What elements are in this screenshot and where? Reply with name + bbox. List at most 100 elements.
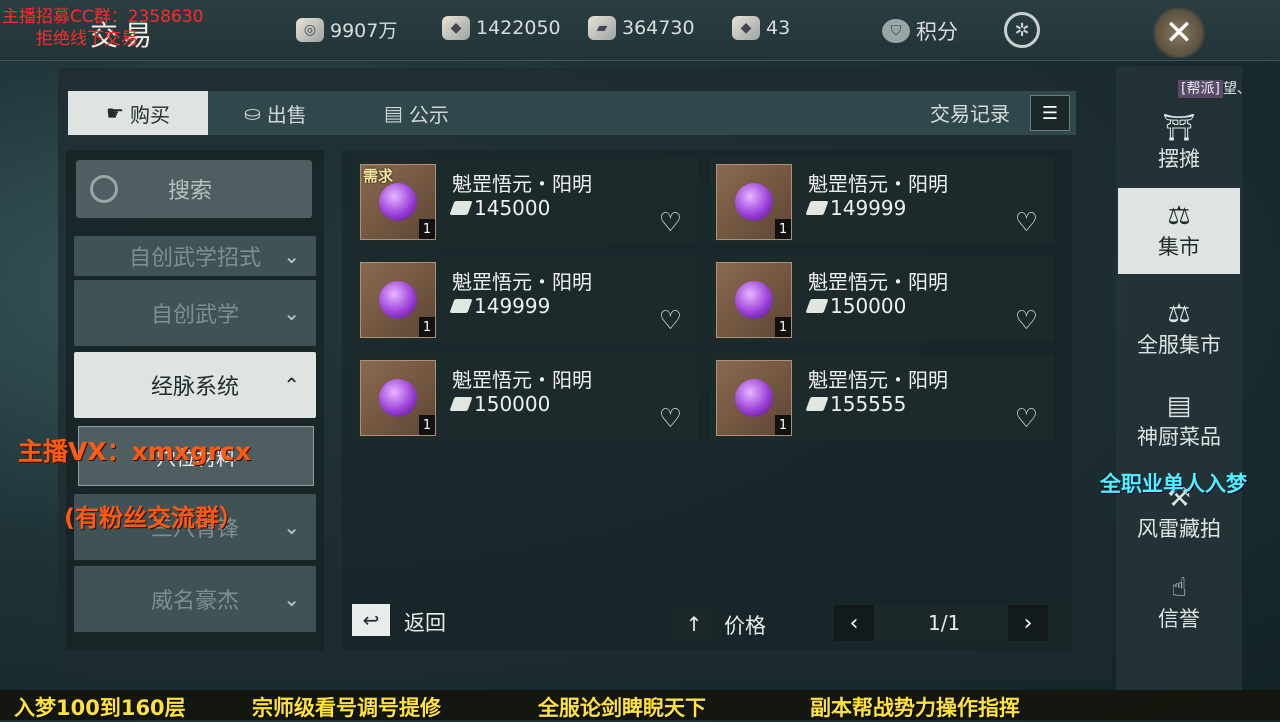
currency-value: 364730 [622,17,695,39]
orb-icon [379,183,417,221]
jade-icon [449,299,473,313]
points-label: 积分 [916,20,958,44]
menu-label: 威名豪杰 [150,589,239,614]
trade-record-label[interactable]: 交易记录 [930,98,1010,127]
chevron-down-icon: ⌄ [283,244,300,268]
item-price-value: 149999 [474,294,551,318]
search-label: 搜索 [168,179,213,204]
trade-record-button[interactable]: ☰ [1030,95,1070,131]
chevron-up-icon: ⌃ [283,373,300,397]
favorite-heart-icon[interactable]: ♡ [1015,404,1038,434]
points-button[interactable]: ⛉ 积分 [882,16,958,46]
arrow-up-icon: ↑ [685,612,703,636]
sort-price-button[interactable]: ↑ [674,606,714,642]
item-price: 149999 [805,196,907,220]
item-qty: 1 [419,219,435,239]
sidebar-label: 集市 [1158,235,1200,259]
search-icon [90,175,118,203]
close-button[interactable]: ✕ [1150,8,1208,58]
sort-label[interactable]: 价格 [724,610,766,640]
sidebar-item-kitchen[interactable]: ▤ 神厨菜品 [1118,378,1240,464]
tab-label: 购买 [129,102,170,127]
gold-ingot-icon: ◆ [732,16,760,40]
overlay-all-class: 全职业单人入梦 [1100,472,1247,496]
tab-sell[interactable]: ⛀ 出售 [244,91,354,135]
item-price: 145000 [449,196,550,220]
back-label[interactable]: 返回 [404,607,446,637]
hand-icon: ☝ [1171,573,1187,603]
next-page-button[interactable]: › [1008,605,1048,641]
item-qty: 1 [775,317,791,337]
sidebar-label: 神厨菜品 [1137,425,1221,449]
shield-icon: ⛉ [882,19,910,43]
overlay-refuse: 拒绝线下交易 [36,29,138,49]
close-icon: ✕ [1164,13,1194,53]
tab-label: 出售 [266,102,307,127]
currency-value: 43 [766,17,791,39]
search-button[interactable]: 搜索 [76,160,312,218]
sidebar-item-market[interactable]: ⚖ 集市 [1118,188,1240,274]
tab-label: 公示 [408,102,449,127]
item-card[interactable]: 1 魁罡悟元・阳明 150000 ♡ [710,256,1054,342]
item-card[interactable]: 1 魁罡悟元・阳明 150000 ♡ [354,354,698,440]
menu-label: 自创武学 [150,303,239,328]
overlay-bottom-text: 全服论剑睥睨天下 [538,696,706,720]
stall-icon: ⛩ [1162,113,1196,143]
item-thumbnail: 需求 1 [360,164,436,240]
currency-value: 9907万 [330,20,398,42]
item-card[interactable]: 1 魁罡悟元・阳明 149999 ♡ [354,256,698,342]
jade-icon [449,201,473,215]
shop-icon: ▤ [384,101,403,125]
tab-announce[interactable]: ▤ 公示 [384,91,494,135]
item-thumbnail: 1 [716,360,792,436]
back-arrow-icon: ↩ [362,608,380,632]
favorite-heart-icon[interactable]: ♡ [1015,208,1038,238]
item-price: 150000 [449,392,551,416]
menu-label: 自创武学招式 [128,246,261,271]
tab-buy[interactable]: ☛ 购买 [68,91,208,135]
overlay-bottom-text: 入梦100到160层 [14,696,186,720]
sidebar-item-reputation[interactable]: ☝ 信誉 [1118,560,1240,646]
item-price: 155555 [805,392,907,416]
favorite-heart-icon[interactable]: ♡ [659,404,682,434]
item-name: 魁罡悟元・阳明 [452,368,592,392]
overlay-bottom-text: 副本帮战势力操作指挥 [810,696,1020,720]
kitchen-icon: ▤ [1166,391,1192,421]
favorite-heart-icon[interactable]: ♡ [1015,306,1038,336]
menu-label: 经脉系统 [150,375,239,400]
menu-item-custom-skill-moves[interactable]: 自创武学招式 ⌄ [74,236,316,276]
item-qty: 1 [419,317,435,337]
buy-icon: ☛ [106,101,124,125]
menu-item-meridian[interactable]: 经脉系统 ⌃ [74,352,316,418]
sidebar-label: 信誉 [1158,607,1200,631]
item-price-value: 150000 [474,392,551,416]
item-card[interactable]: 1 魁罡悟元・阳明 149999 ♡ [710,158,1054,244]
coin-icon: ◎ [296,17,324,42]
sidebar-item-stall[interactable]: ⛩ 摆摊 [1118,100,1240,186]
prev-page-button[interactable]: ‹ [834,605,874,641]
jade-icon [805,201,829,215]
item-card[interactable]: 需求 1 魁罡悟元・阳明 145000 ♡ [354,158,698,244]
item-name: 魁罡悟元・阳明 [452,270,592,294]
favorite-heart-icon[interactable]: ♡ [659,306,682,336]
sidebar-item-server-market[interactable]: ⚖ 全服集市 [1118,286,1240,372]
currency-coin: ◎ 9907万 [296,16,397,43]
jade-icon [805,299,829,313]
item-price-value: 155555 [830,392,907,416]
item-qty: 1 [775,219,791,239]
settings-icon[interactable]: ✲ [1004,12,1040,48]
currency-value: 1422050 [476,17,561,39]
item-card[interactable]: 1 魁罡悟元・阳明 155555 ♡ [710,354,1054,440]
chevron-down-icon: ⌄ [283,515,300,539]
item-thumbnail: 1 [360,360,436,436]
item-qty: 1 [775,415,791,435]
menu-item-hero[interactable]: 威名豪杰 ⌄ [74,566,316,632]
jade-icon [805,397,829,411]
back-button[interactable]: ↩ [352,604,390,636]
menu-item-custom-skill[interactable]: 自创武学 ⌄ [74,280,316,346]
currency-jade: ▰ 364730 [588,16,695,40]
item-price-value: 149999 [830,196,907,220]
favorite-heart-icon[interactable]: ♡ [659,208,682,238]
sidebar-label: 全服集市 [1137,333,1221,357]
chevron-down-icon: ⌄ [283,587,300,611]
